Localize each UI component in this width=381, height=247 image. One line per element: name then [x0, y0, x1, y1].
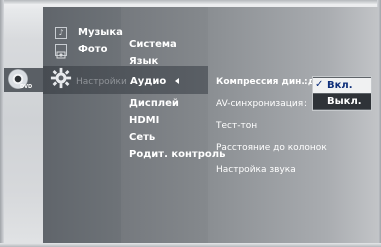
settings-item-hdmi[interactable]: HDMI: [129, 115, 159, 127]
disc-label: DVD: [20, 84, 33, 90]
settings-item-network[interactable]: Сеть: [129, 132, 155, 144]
frame-top: [0, 0, 381, 4]
drc-popup: ✓ Вкл. Выкл.: [312, 76, 372, 111]
av-sync-separator: :: [304, 99, 308, 109]
main-menu-panel: [43, 7, 121, 243]
photo-icon[interactable]: [55, 44, 67, 59]
gear-icon[interactable]: [50, 67, 72, 89]
checkmark-icon: ✓: [315, 79, 324, 90]
popup-option-on[interactable]: ✓ Вкл.: [313, 78, 371, 93]
settings-item-audio[interactable]: Аудио: [130, 76, 166, 88]
popup-option-off-label: Выкл.: [327, 96, 362, 107]
music-icon[interactable]: ♪: [55, 27, 67, 39]
drc-separator: :: [304, 77, 308, 87]
settings-item-parental[interactable]: Родит. контроль: [129, 149, 225, 161]
settings-item-display[interactable]: Дисплей: [129, 98, 179, 110]
menu-item-photo[interactable]: Фото: [78, 44, 107, 56]
menu-item-settings[interactable]: Настройки: [76, 76, 127, 88]
audio-item-speaker-distance[interactable]: Расстояние до колонок: [216, 142, 327, 154]
settings-item-system[interactable]: Система: [129, 39, 177, 51]
audio-item-sound-setup[interactable]: Настройка звука: [216, 164, 296, 176]
submenu-arrow-icon: [175, 78, 179, 84]
screen: DVD ♪ Музыка Фото Настройки Система Язык…: [0, 0, 381, 247]
audio-item-test-tone[interactable]: Тест-тон: [216, 120, 257, 132]
menu-item-music[interactable]: Музыка: [78, 27, 123, 39]
popup-option-on-label: Вкл.: [327, 80, 353, 91]
frame-left: [0, 0, 4, 247]
popup-option-off[interactable]: Выкл.: [313, 94, 371, 109]
frame-bottom: [0, 243, 381, 247]
audio-item-av-sync[interactable]: AV-синхронизация: [216, 98, 303, 110]
photo-glyph: [56, 51, 66, 59]
settings-item-language[interactable]: Язык: [129, 56, 158, 68]
